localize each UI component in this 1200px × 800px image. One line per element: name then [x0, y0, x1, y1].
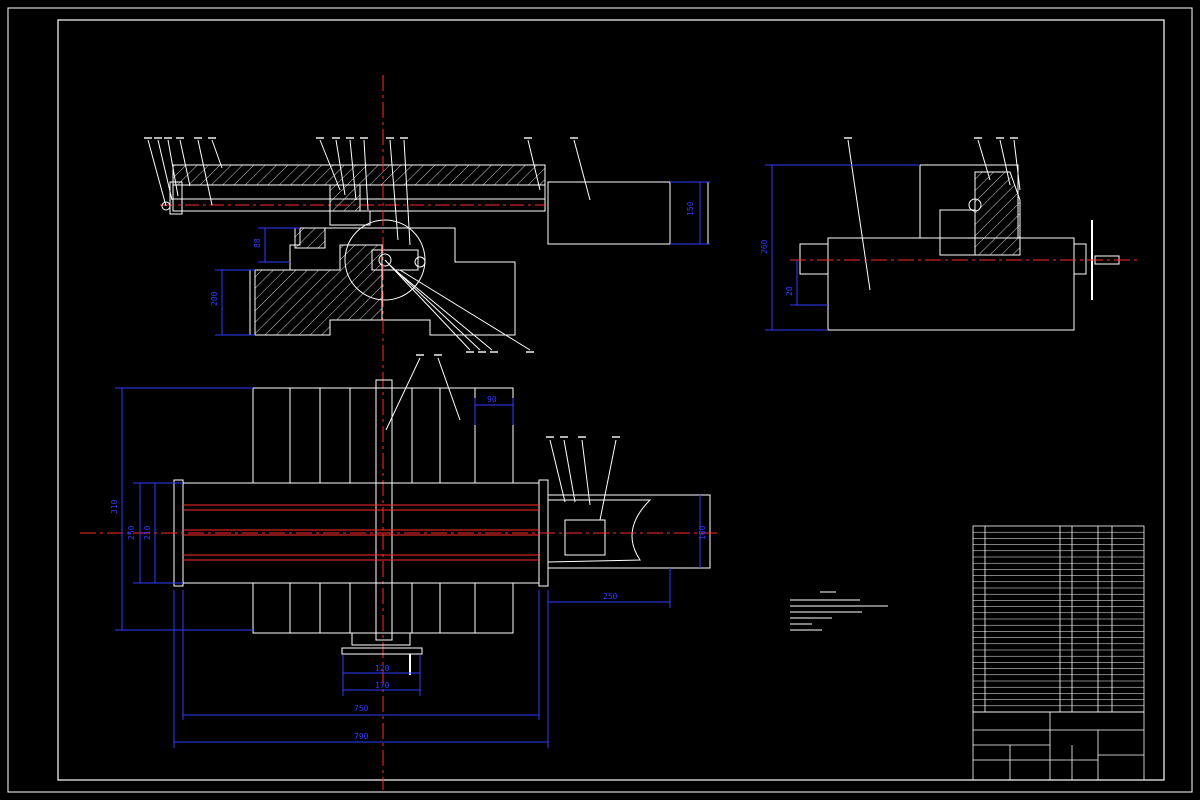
- front-top-beam: [172, 164, 546, 186]
- dim-front-step: 88: [253, 238, 262, 248]
- plan-leader-tags: [416, 354, 620, 438]
- dim-side-small: 20: [785, 286, 794, 296]
- dim-plan-handle1: 120: [375, 664, 390, 673]
- front-section-view: [144, 137, 709, 353]
- dim-plan-mid2: 210: [143, 525, 152, 540]
- dim-front-base: 200: [210, 291, 219, 306]
- dim-plan-motor-len: 250: [603, 592, 618, 601]
- cad-drawing-canvas: 150 88 200 260 20 310 250 210 90 160 250…: [7, 7, 1193, 793]
- side-view: [799, 137, 1120, 331]
- technical-notes: [790, 591, 888, 631]
- dim-plan-handle2: 170: [375, 681, 390, 690]
- dim-plan-overall-len: 790: [354, 732, 369, 741]
- side-dimensions: [765, 164, 920, 331]
- dim-plan-table-len: 750: [354, 704, 369, 713]
- dim-plan-top-width: 90: [487, 395, 497, 404]
- sheet-inner-border: [57, 19, 1165, 781]
- plan-motor-box: [547, 494, 711, 569]
- plan-view: [173, 354, 711, 675]
- dim-plan-total-height: 310: [110, 499, 119, 514]
- title-block: [972, 711, 1145, 781]
- sheet-outer-border: [7, 7, 1193, 793]
- front-motor-box: [547, 181, 709, 245]
- dim-plan-motor-h: 160: [698, 525, 707, 540]
- dim-plan-mid1: 250: [127, 525, 136, 540]
- parts-list-rows: [973, 531, 1144, 707]
- dim-front-height: 150: [686, 201, 695, 216]
- dim-side-total: 260: [760, 239, 769, 254]
